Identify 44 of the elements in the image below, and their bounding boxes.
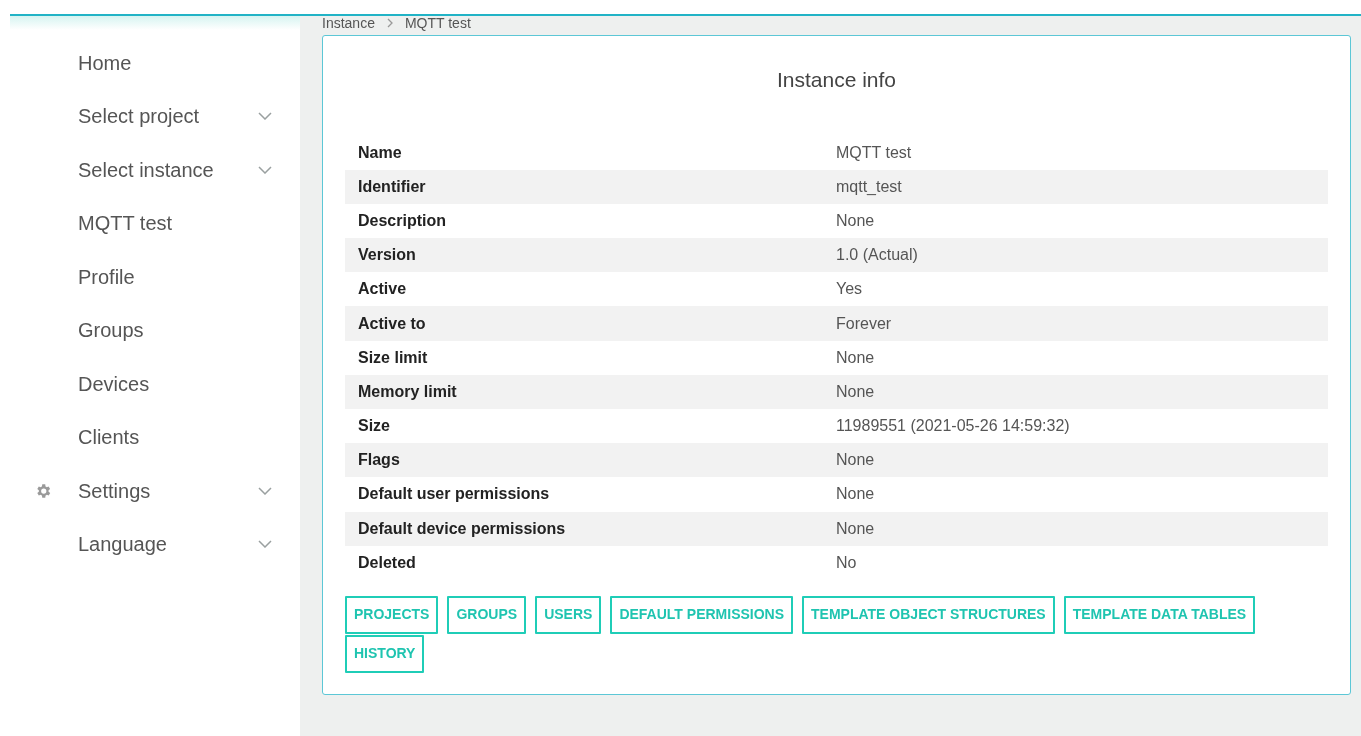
field-label: Active [357, 279, 408, 300]
field-value: No [836, 552, 857, 573]
field-label: Version [357, 245, 417, 266]
field-value: None [836, 450, 875, 471]
field-label: Name [357, 142, 403, 163]
breadcrumb-item[interactable]: Instance [322, 12, 375, 34]
field-value: Forever [836, 313, 892, 334]
card-title: Instance info [775, 67, 898, 93]
chevron-down-icon [258, 540, 272, 549]
sidebar-item[interactable]: Home [10, 36, 300, 90]
chevron-down-icon [258, 112, 272, 121]
field-label: Deleted [357, 552, 417, 573]
chevron-right-icon [386, 18, 393, 28]
sidebar-item[interactable]: MQTT test [10, 196, 300, 250]
field-label: Memory limit [357, 381, 458, 402]
field-value: Yes [836, 279, 863, 300]
field-label: Size [357, 416, 391, 437]
sidebar-item[interactable]: Devices [10, 357, 300, 411]
sidebar-item[interactable]: Language [10, 517, 300, 571]
field-label: Default user permissions [357, 484, 551, 505]
field-label: Active to [357, 313, 427, 334]
field-value: None [836, 347, 875, 368]
sidebar-item[interactable]: Clients [10, 410, 300, 464]
sidebar-item[interactable]: Select project [10, 89, 300, 143]
field-value: MQTT test [836, 142, 912, 163]
field-label: Identifier [357, 176, 427, 197]
field-value: 1.0 (Actual) [836, 245, 918, 266]
chevron-down-icon [258, 165, 272, 174]
field-label: Flags [357, 450, 401, 471]
breadcrumb-item: MQTT test [404, 13, 471, 33]
sidebar-item[interactable]: Profile [10, 250, 300, 304]
field-label: Description [357, 210, 447, 231]
sidebar-item[interactable]: Select instance [10, 143, 300, 197]
field-value: None [836, 210, 875, 231]
field-label: Default device permissions [357, 518, 567, 539]
field-value: None [836, 484, 875, 505]
field-value: None [836, 381, 875, 402]
chevron-down-icon [258, 486, 272, 495]
sidebar-item[interactable]: Settings [10, 464, 300, 518]
field-label: Size limit [357, 347, 429, 368]
field-value: 11989551 (2021-05-26 14:59:32) [836, 416, 1070, 437]
field-value: mqtt_test [836, 176, 902, 197]
sidebar-item[interactable]: Groups [10, 303, 300, 357]
field-value: None [836, 518, 875, 539]
